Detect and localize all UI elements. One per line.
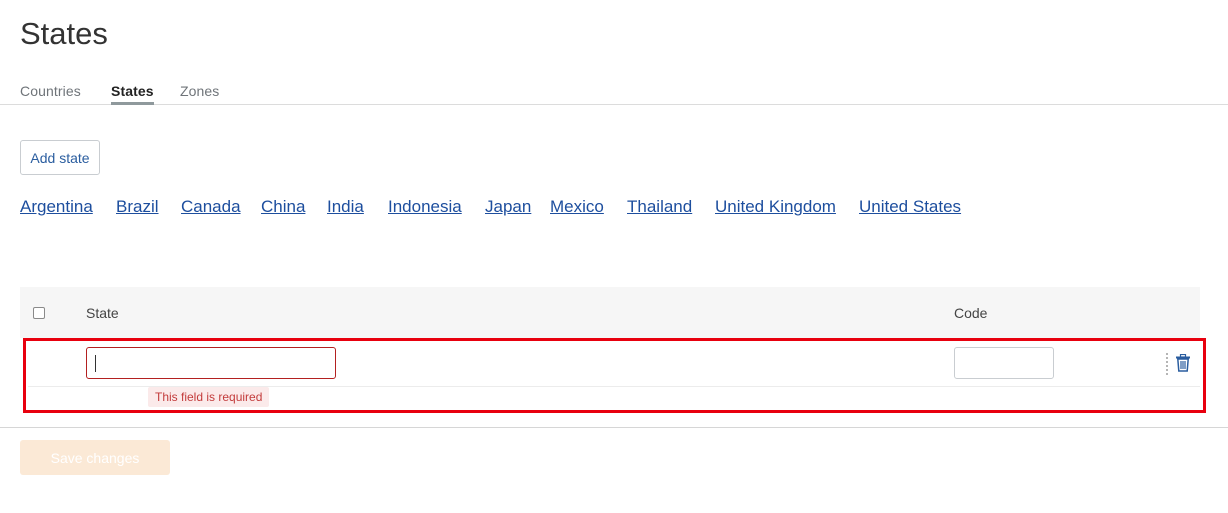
state-name-input[interactable] [86, 347, 336, 379]
tab-zones[interactable]: Zones [180, 83, 219, 105]
country-link-mexico[interactable]: Mexico [550, 197, 604, 217]
trash-icon[interactable] [1175, 354, 1191, 372]
select-all-checkbox[interactable] [33, 307, 45, 319]
save-changes-button[interactable]: Save changes [20, 440, 170, 475]
tab-states[interactable]: States [111, 83, 154, 105]
country-link-canada[interactable]: Canada [181, 197, 241, 217]
column-header-code: Code [954, 305, 988, 321]
column-header-state: State [86, 305, 119, 321]
country-link-japan[interactable]: Japan [485, 197, 531, 217]
country-link-china[interactable]: China [261, 197, 305, 217]
page-title: States [20, 16, 108, 51]
country-link-united-kingdom[interactable]: United Kingdom [715, 197, 836, 217]
country-link-thailand[interactable]: Thailand [627, 197, 692, 217]
country-link-argentina[interactable]: Argentina [20, 197, 93, 217]
table-header: State Code [20, 287, 1200, 338]
tab-bar: Countries States Zones [0, 80, 1228, 105]
drag-handle-icon[interactable] [1166, 353, 1169, 375]
tab-countries[interactable]: Countries [20, 83, 81, 105]
text-caret [95, 355, 96, 372]
country-link-united-states[interactable]: United States [859, 197, 961, 217]
add-state-button[interactable]: Add state [20, 140, 100, 175]
state-code-input[interactable] [954, 347, 1054, 379]
footer-divider [0, 427, 1228, 428]
state-required-error: This field is required [148, 387, 270, 407]
country-link-indonesia[interactable]: Indonesia [388, 197, 462, 217]
country-link-brazil[interactable]: Brazil [116, 197, 159, 217]
country-link-india[interactable]: India [327, 197, 364, 217]
